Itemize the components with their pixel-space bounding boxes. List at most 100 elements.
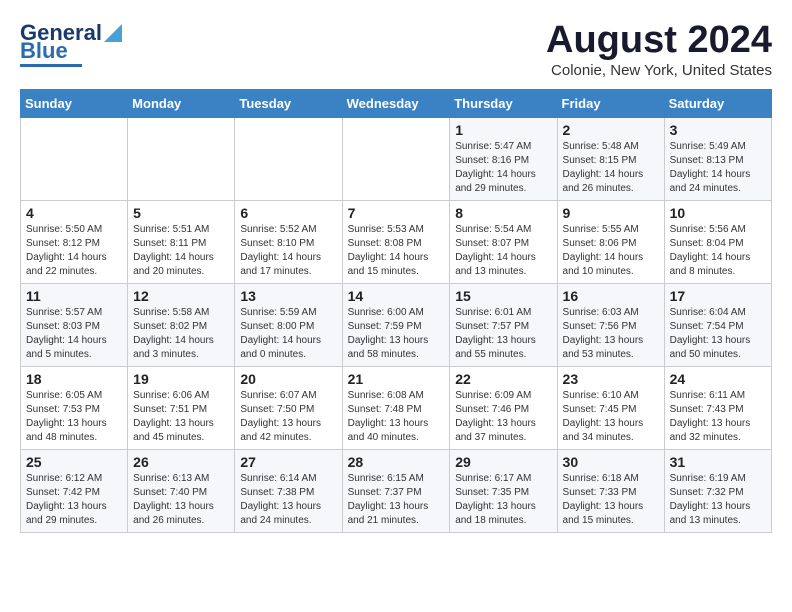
day-number: 21 [348,371,445,387]
calendar-cell: 10Sunrise: 5:56 AM Sunset: 8:04 PM Dayli… [664,200,771,283]
day-number: 12 [133,288,229,304]
calendar-cell: 5 Sunrise: 5:51 AM Sunset: 8:11 PM Daylig… [128,200,235,283]
day-number: 17 [670,288,766,304]
title-block: August 2024 Colonie, New York, United St… [546,20,772,79]
cell-info: Sunrise: 6:06 AM Sunset: 7:51 PM Dayligh… [133,389,229,445]
cell-info: Sunrise: 6:19 AM Sunset: 7:32 PM Dayligh… [670,472,766,528]
day-number: 25 [26,454,122,470]
logo-underline [20,64,82,67]
day-number: 2 [563,122,659,138]
calendar-cell: 11 Sunrise: 5:57 AM Sunset: 8:03 PM Dayli… [21,283,128,366]
cell-info: Sunrise: 6:04 AM Sunset: 7:54 PM Dayligh… [670,306,766,362]
day-number: 28 [348,454,445,470]
calendar-cell: 23Sunrise: 6:10 AM Sunset: 7:45 PM Dayli… [557,366,664,449]
logo-arrow-icon [104,24,122,42]
cell-info: Sunrise: 5:51 AM Sunset: 8:11 PM Dayligh… [133,223,229,279]
day-number: 18 [26,371,122,387]
day-number: 9 [563,205,659,221]
calendar-week-row: 11 Sunrise: 5:57 AM Sunset: 8:03 PM Dayli… [21,283,772,366]
cell-info: Sunrise: 5:54 AM Sunset: 8:07 PM Dayligh… [455,223,551,279]
weekday-header-monday: Monday [128,89,235,117]
calendar-cell: 15Sunrise: 6:01 AM Sunset: 7:57 PM Dayli… [450,283,557,366]
cell-info: Sunrise: 5:57 AM Sunset: 8:03 PM Dayligh… [26,306,122,362]
calendar-cell: 7Sunrise: 5:53 AM Sunset: 8:08 PM Daylig… [342,200,450,283]
cell-info: Sunrise: 5:47 AM Sunset: 8:16 PM Dayligh… [455,140,551,196]
calendar-cell: 2Sunrise: 5:48 AM Sunset: 8:15 PM Daylig… [557,117,664,200]
calendar-cell: 24Sunrise: 6:11 AM Sunset: 7:43 PM Dayli… [664,366,771,449]
calendar-week-row: 4Sunrise: 5:50 AM Sunset: 8:12 PM Daylig… [21,200,772,283]
calendar-week-row: 18 Sunrise: 6:05 AM Sunset: 7:53 PM Dayli… [21,366,772,449]
day-number: 22 [455,371,551,387]
calendar-cell: 4Sunrise: 5:50 AM Sunset: 8:12 PM Daylig… [21,200,128,283]
cell-info: Sunrise: 5:53 AM Sunset: 8:08 PM Dayligh… [348,223,445,279]
day-number: 11 [26,288,122,304]
cell-info: Sunrise: 6:15 AM Sunset: 7:37 PM Dayligh… [348,472,445,528]
day-number: 5 [133,205,229,221]
cell-info: Sunrise: 5:55 AM Sunset: 8:06 PM Dayligh… [563,223,659,279]
calendar-cell: 19 Sunrise: 6:06 AM Sunset: 7:51 PM Dayli… [128,366,235,449]
calendar-cell: 18 Sunrise: 6:05 AM Sunset: 7:53 PM Dayli… [21,366,128,449]
calendar-cell: 21 Sunrise: 6:08 AM Sunset: 7:48 PM Dayli… [342,366,450,449]
day-number: 13 [240,288,336,304]
calendar-cell: 12 Sunrise: 5:58 AM Sunset: 8:02 PM Dayli… [128,283,235,366]
day-number: 20 [240,371,336,387]
cell-info: Sunrise: 6:09 AM Sunset: 7:46 PM Dayligh… [455,389,551,445]
calendar-table: SundayMondayTuesdayWednesdayThursdayFrid… [20,89,772,533]
cell-info: Sunrise: 6:17 AM Sunset: 7:35 PM Dayligh… [455,472,551,528]
cell-info: Sunrise: 6:08 AM Sunset: 7:48 PM Dayligh… [348,389,445,445]
weekday-header-tuesday: Tuesday [235,89,342,117]
day-number: 6 [240,205,336,221]
calendar-cell [235,117,342,200]
day-number: 8 [455,205,551,221]
cell-info: Sunrise: 5:58 AM Sunset: 8:02 PM Dayligh… [133,306,229,362]
calendar-cell: 26Sunrise: 6:13 AM Sunset: 7:40 PM Dayli… [128,449,235,532]
cell-info: Sunrise: 6:05 AM Sunset: 7:53 PM Dayligh… [26,389,122,445]
day-number: 31 [670,454,766,470]
weekday-header-sunday: Sunday [21,89,128,117]
cell-info: Sunrise: 5:52 AM Sunset: 8:10 PM Dayligh… [240,223,336,279]
cell-info: Sunrise: 6:00 AM Sunset: 7:59 PM Dayligh… [348,306,445,362]
calendar-cell: 9 Sunrise: 5:55 AM Sunset: 8:06 PM Daylig… [557,200,664,283]
cell-info: Sunrise: 6:03 AM Sunset: 7:56 PM Dayligh… [563,306,659,362]
calendar-cell: 30Sunrise: 6:18 AM Sunset: 7:33 PM Dayli… [557,449,664,532]
cell-info: Sunrise: 5:59 AM Sunset: 8:00 PM Dayligh… [240,306,336,362]
calendar-cell: 25Sunrise: 6:12 AM Sunset: 7:42 PM Dayli… [21,449,128,532]
weekday-header-wednesday: Wednesday [342,89,450,117]
weekday-header-friday: Friday [557,89,664,117]
weekday-header-thursday: Thursday [450,89,557,117]
day-number: 30 [563,454,659,470]
cell-info: Sunrise: 5:49 AM Sunset: 8:13 PM Dayligh… [670,140,766,196]
day-number: 15 [455,288,551,304]
cell-info: Sunrise: 5:50 AM Sunset: 8:12 PM Dayligh… [26,223,122,279]
calendar-cell [342,117,450,200]
day-number: 1 [455,122,551,138]
day-number: 27 [240,454,336,470]
calendar-cell: 29Sunrise: 6:17 AM Sunset: 7:35 PM Dayli… [450,449,557,532]
day-number: 24 [670,371,766,387]
day-number: 16 [563,288,659,304]
calendar-cell: 28 Sunrise: 6:15 AM Sunset: 7:37 PM Dayli… [342,449,450,532]
calendar-cell: 14 Sunrise: 6:00 AM Sunset: 7:59 PM Dayli… [342,283,450,366]
weekday-header-saturday: Saturday [664,89,771,117]
weekday-header-row: SundayMondayTuesdayWednesdayThursdayFrid… [21,89,772,117]
logo-blue: Blue [20,40,68,62]
cell-info: Sunrise: 6:13 AM Sunset: 7:40 PM Dayligh… [133,472,229,528]
calendar-cell: 20Sunrise: 6:07 AM Sunset: 7:50 PM Dayli… [235,366,342,449]
calendar-cell: 6 Sunrise: 5:52 AM Sunset: 8:10 PM Daylig… [235,200,342,283]
calendar-cell: 22 Sunrise: 6:09 AM Sunset: 7:46 PM Dayli… [450,366,557,449]
page-title: August 2024 [546,20,772,62]
calendar-cell: 8 Sunrise: 5:54 AM Sunset: 8:07 PM Daylig… [450,200,557,283]
calendar-cell: 27Sunrise: 6:14 AM Sunset: 7:38 PM Dayli… [235,449,342,532]
calendar-week-row: 25Sunrise: 6:12 AM Sunset: 7:42 PM Dayli… [21,449,772,532]
cell-info: Sunrise: 5:56 AM Sunset: 8:04 PM Dayligh… [670,223,766,279]
calendar-cell: 1 Sunrise: 5:47 AM Sunset: 8:16 PM Daylig… [450,117,557,200]
logo: General Blue [20,20,122,67]
cell-info: Sunrise: 6:10 AM Sunset: 7:45 PM Dayligh… [563,389,659,445]
calendar-cell: 16 Sunrise: 6:03 AM Sunset: 7:56 PM Dayli… [557,283,664,366]
day-number: 14 [348,288,445,304]
page-header: General Blue August 2024 Colonie, New Yo… [20,20,772,79]
calendar-cell: 13 Sunrise: 5:59 AM Sunset: 8:00 PM Dayli… [235,283,342,366]
calendar-week-row: 1 Sunrise: 5:47 AM Sunset: 8:16 PM Daylig… [21,117,772,200]
day-number: 19 [133,371,229,387]
page-subtitle: Colonie, New York, United States [546,62,772,79]
